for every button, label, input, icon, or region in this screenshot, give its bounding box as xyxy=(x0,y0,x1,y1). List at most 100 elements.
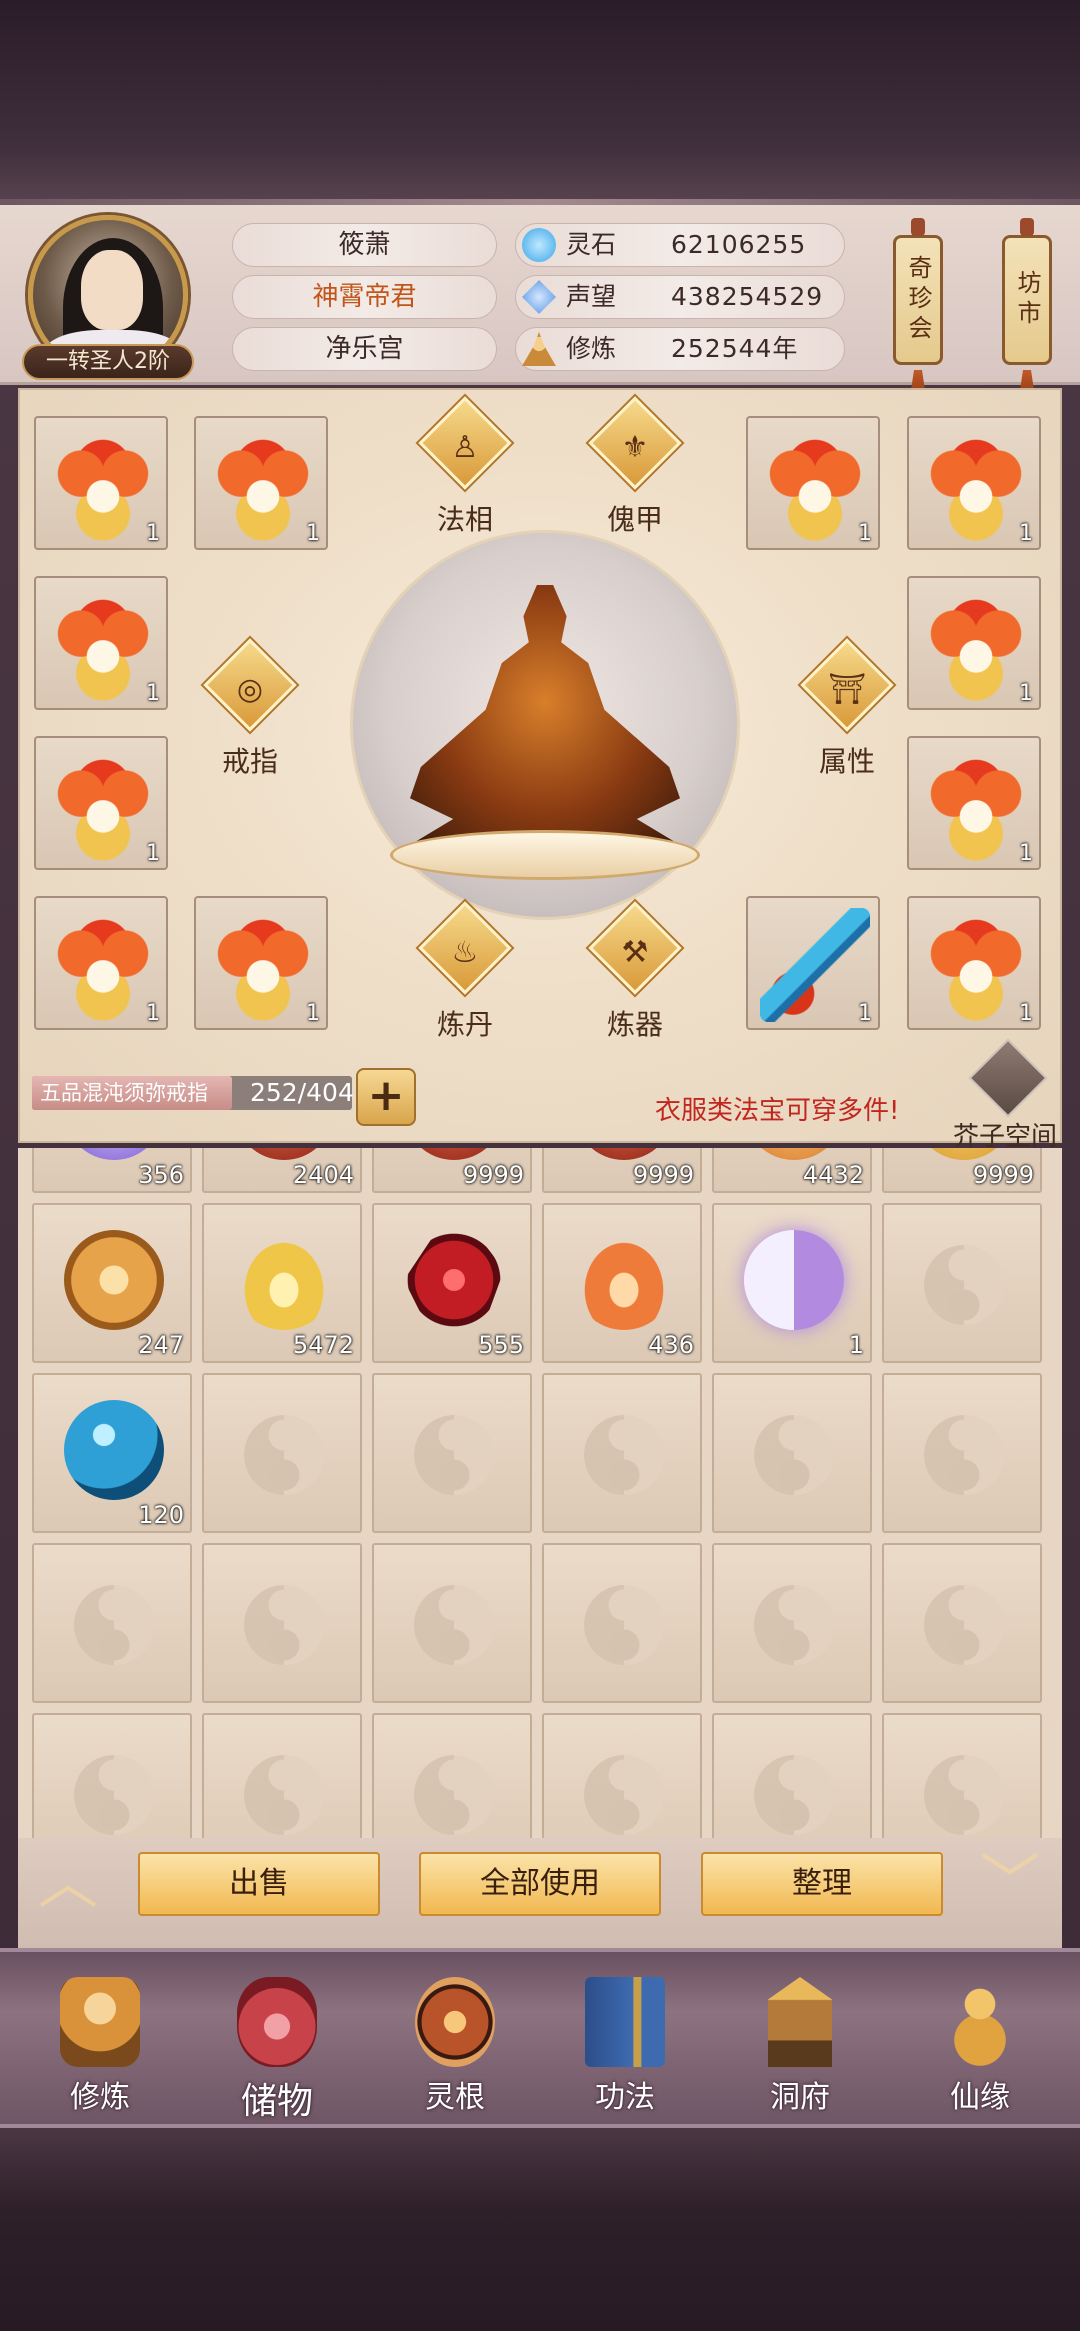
inventory-actions: ︿ 出售 全部使用 整理 ﹀ xyxy=(18,1838,1062,1948)
forge-button[interactable]: ⚒ 炼器 xyxy=(580,901,690,1045)
inventory-cell-empty[interactable] xyxy=(882,1203,1042,1363)
robe-icon xyxy=(921,908,1031,1022)
inventory-cell-empty[interactable] xyxy=(372,1373,532,1533)
faxiang-button[interactable]: ♙ 法相 xyxy=(410,396,520,540)
treasure-shop-sign[interactable]: 奇珍会 xyxy=(893,218,943,365)
inventory-cell[interactable]: 120 xyxy=(32,1373,192,1533)
puppet-armor-icon: ⚜ xyxy=(621,430,649,465)
alchemy-button[interactable]: ♨ 炼丹 xyxy=(410,901,520,1045)
inventory-cell-empty[interactable] xyxy=(542,1543,702,1703)
cultivate-monk-icon xyxy=(60,1977,140,2067)
avatar-face xyxy=(81,250,143,330)
inventory-cell[interactable]: 9999 xyxy=(882,1148,1042,1193)
inventory-cell[interactable]: 436 xyxy=(542,1203,702,1363)
inventory-cell-empty[interactable] xyxy=(202,1543,362,1703)
inventory-cell-empty[interactable] xyxy=(202,1373,362,1533)
inventory-cell-empty[interactable] xyxy=(882,1373,1042,1533)
red-item-icon xyxy=(574,1148,674,1160)
nav-cultivate[interactable]: 修炼 xyxy=(25,1972,175,2122)
top-backdrop xyxy=(0,0,1080,205)
sort-button[interactable]: 整理 xyxy=(701,1852,943,1916)
mustard-space-button[interactable]: 芥子空间 xyxy=(950,1038,1060,1152)
kuijia-button[interactable]: ⚜ 傀甲 xyxy=(580,396,690,540)
golden-coil-icon xyxy=(64,1230,164,1330)
inventory-cell[interactable]: 9999 xyxy=(542,1148,702,1193)
nav-fate[interactable]: 仙缘 xyxy=(905,1972,1055,2122)
inventory-cell-empty[interactable] xyxy=(712,1713,872,1838)
nav-storage[interactable]: 储物 xyxy=(202,1972,352,2122)
inventory-cell-empty[interactable] xyxy=(32,1543,192,1703)
inventory-cell-empty[interactable] xyxy=(882,1543,1042,1703)
storage-capacity-bar: 五品混沌须弥戒指 252/404 xyxy=(32,1070,412,1114)
equip-slot[interactable]: 1 xyxy=(746,416,880,550)
inventory-cell[interactable]: 1 xyxy=(712,1203,872,1363)
inventory-cell-empty[interactable] xyxy=(372,1713,532,1838)
inventory-cell-empty[interactable] xyxy=(712,1543,872,1703)
cultivation-resource: 修炼 252544年 xyxy=(515,327,845,371)
inventory-cell-empty[interactable] xyxy=(542,1713,702,1838)
equipment-panel: 1 1 1 1 1 1 1 1 1 1 1 1 ♙ 法相 ⚜ 傀甲 ◎ 戒指 ⛩… xyxy=(18,388,1062,1152)
equip-slot[interactable]: 1 xyxy=(34,736,168,870)
taiji-orb-icon xyxy=(744,1230,844,1330)
golden-dragon-icon xyxy=(234,1230,334,1330)
inventory-grid: 356 2404 9999 9999 4432 9999 247 5472 55… xyxy=(18,1148,1062,1838)
blue-pearl-icon xyxy=(64,1400,164,1500)
inventory-cell-empty[interactable] xyxy=(882,1713,1042,1838)
flame-dragon-icon xyxy=(574,1230,674,1330)
inventory-cell[interactable]: 555 xyxy=(372,1203,532,1363)
equip-slot[interactable]: 1 xyxy=(907,896,1041,1030)
market-sign[interactable]: 坊市 xyxy=(1002,218,1052,365)
chest-icon xyxy=(968,1038,1048,1118)
inventory-cell-empty[interactable] xyxy=(712,1373,872,1533)
chevron-up-icon[interactable]: ︿ xyxy=(28,1853,108,1913)
inventory-cell-empty[interactable] xyxy=(542,1373,702,1533)
nav-skills[interactable]: 功法 xyxy=(550,1972,700,2122)
inventory-cell[interactable]: 356 xyxy=(32,1148,192,1193)
orange-item-icon xyxy=(914,1148,1014,1160)
hat-figure-icon: ⛩ xyxy=(827,672,867,707)
equip-slot[interactable]: 1 xyxy=(194,896,328,1030)
inventory-cell-empty[interactable] xyxy=(372,1543,532,1703)
nav-spirit-root[interactable]: 灵根 xyxy=(380,1972,530,2122)
inventory-cell[interactable]: 4432 xyxy=(712,1148,872,1193)
rank-badge: 一转圣人2阶 xyxy=(22,344,194,380)
robe-icon xyxy=(48,748,158,862)
attributes-button[interactable]: ⛩ 属性 xyxy=(792,638,902,782)
equip-slot[interactable]: 1 xyxy=(34,896,168,1030)
sword-icon xyxy=(760,908,870,1022)
prestige-crystal-icon xyxy=(522,280,556,314)
equip-slot[interactable]: 1 xyxy=(194,416,328,550)
chevron-down-icon[interactable]: ﹀ xyxy=(970,1853,1050,1913)
storage-ring-name: 五品混沌须弥戒指 xyxy=(40,1081,208,1105)
equip-hint: 衣服类法宝可穿多件! xyxy=(655,1096,900,1126)
skill-book-icon xyxy=(585,1977,665,2067)
prestige-resource: 声望 438254529 xyxy=(515,275,845,319)
equip-slot[interactable]: 1 xyxy=(34,576,168,710)
robe-icon xyxy=(921,748,1031,862)
use-all-button[interactable]: 全部使用 xyxy=(419,1852,661,1916)
robe-icon xyxy=(921,428,1031,542)
sell-button[interactable]: 出售 xyxy=(138,1852,380,1916)
cultivation-icon xyxy=(522,332,556,366)
inventory-cell[interactable]: 247 xyxy=(32,1203,192,1363)
red-crystal-icon xyxy=(404,1230,504,1330)
inventory-cell[interactable]: 5472 xyxy=(202,1203,362,1363)
inventory-cell[interactable]: 9999 xyxy=(372,1148,532,1193)
expand-storage-button[interactable]: + xyxy=(356,1068,416,1126)
inventory-cell[interactable]: 2404 xyxy=(202,1148,362,1193)
inventory-cell-empty[interactable] xyxy=(32,1713,192,1838)
orange-item-icon xyxy=(744,1148,844,1160)
orb-icon xyxy=(64,1148,164,1160)
nav-cave[interactable]: 洞府 xyxy=(725,1972,875,2122)
meditation-icon: ♙ xyxy=(451,430,479,465)
equip-slot[interactable]: 1 xyxy=(746,896,880,1030)
equip-slot[interactable]: 1 xyxy=(907,736,1041,870)
equip-slot[interactable]: 1 xyxy=(907,416,1041,550)
ring-button[interactable]: ◎ 戒指 xyxy=(195,638,305,782)
equip-slot[interactable]: 1 xyxy=(34,416,168,550)
equip-slot[interactable]: 1 xyxy=(907,576,1041,710)
player-title[interactable]: 神霄帝君 xyxy=(232,275,497,319)
robe-icon xyxy=(48,908,158,1022)
inventory-cell-empty[interactable] xyxy=(202,1713,362,1838)
spirit-stone-resource: 灵石 62106255 xyxy=(515,223,845,267)
